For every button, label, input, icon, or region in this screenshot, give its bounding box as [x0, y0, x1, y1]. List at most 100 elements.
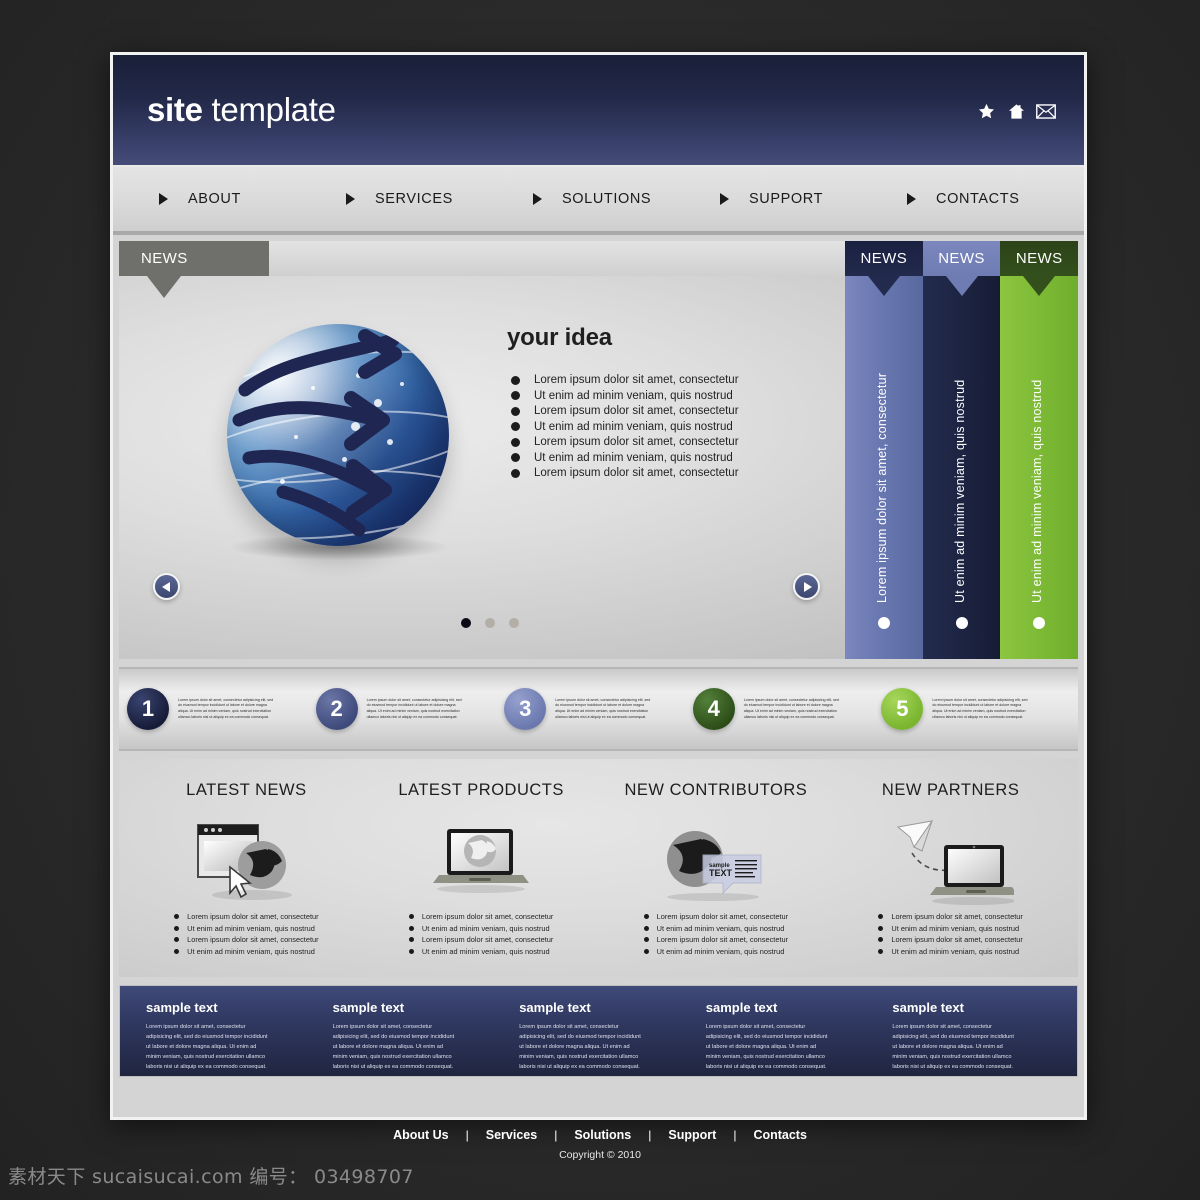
footer-link-about-us[interactable]: About Us — [376, 1128, 466, 1142]
list-item-text: Ut enim ad minim veniam, quis nostrud — [891, 923, 1020, 933]
footer-navigation: About Us | Services | Solutions | Suppor… — [0, 1128, 1200, 1142]
list-item: Lorem ipsum dolor sit amet, consectetur — [408, 912, 553, 921]
step-item-5[interactable]: 5 Lorem ipsum dolor sit amet, consectetu… — [881, 688, 1070, 730]
feature-column-new-contributors: NEW CONTRIBUTORS sample TEXT Lorem ipsum… — [599, 781, 834, 977]
sample-text-block-3: sample text Lorem ipsum dolor sit amet, … — [505, 1000, 692, 1076]
list-item: Lorem ipsum dolor sit amet, consectetur — [511, 374, 739, 386]
nav-item-support[interactable]: SUPPORT — [692, 191, 879, 207]
slider-news-tab[interactable]: NEWS — [119, 241, 269, 298]
news-column-text: Ut enim ad minim veniam, quis nostrud — [1030, 379, 1045, 603]
nav-item-solutions[interactable]: SOLUTIONS — [505, 191, 692, 207]
chevron-left-icon — [161, 581, 170, 592]
nav-item-services[interactable]: SERVICES — [318, 191, 505, 207]
tab-pointer-icon — [1023, 276, 1056, 296]
sample-text-title: sample text — [705, 1000, 778, 1015]
list-item: Lorem ipsum dolor sit amet, consectetur — [174, 935, 319, 944]
bullet-dot-icon — [878, 914, 884, 919]
news-column-1[interactable]: NEWS Lorem ipsum dolor sit amet, consect… — [845, 241, 923, 659]
news-column-tab[interactable]: NEWS — [1000, 241, 1078, 276]
laptop-globe-icon — [364, 816, 599, 908]
list-item: Lorem ipsum dolor sit amet, consectetur — [511, 467, 739, 479]
slider-dot-3[interactable] — [509, 618, 519, 628]
list-item-text: Ut enim ad minim veniam, quis nostrud — [421, 923, 550, 933]
list-item: Lorem ipsum dolor sit amet, consectetur — [878, 912, 1023, 921]
slide-bullet-list: Lorem ipsum dolor sit amet, consectetur … — [511, 374, 739, 483]
news-column-3[interactable]: NEWS Ut enim ad minim veniam, quis nostr… — [1000, 241, 1078, 659]
step-description: Lorem ipsum dolor sit amet, consectetur … — [178, 697, 274, 719]
list-item-text: Lorem ipsum dolor sit amet, consectetur — [534, 405, 739, 417]
site-logo[interactable]: site template — [147, 91, 336, 129]
bullet-dot-icon — [408, 948, 414, 954]
numbered-steps-row: 1 Lorem ipsum dolor sit amet, consectetu… — [119, 667, 1078, 751]
site-template-page: site template ABOUT SERVICES SOLUTIONS S… — [110, 52, 1087, 1120]
triangle-right-icon — [720, 193, 729, 205]
news-column-dot-icon[interactable] — [1033, 617, 1046, 629]
bullet-dot-icon — [174, 948, 180, 954]
sample-text-band: sample text Lorem ipsum dolor sit amet, … — [119, 985, 1078, 1077]
news-column-2[interactable]: NEWS Ut enim ad minim veniam, quis nostr… — [922, 241, 1001, 659]
news-column-dot-icon[interactable] — [955, 617, 968, 629]
sample-text-block-2: sample text Lorem ipsum dolor sit amet, … — [319, 1000, 506, 1076]
slider-next-button[interactable] — [793, 573, 820, 600]
nav-label: CONTACTS — [936, 191, 1020, 207]
footer-link-contacts[interactable]: Contacts — [736, 1128, 823, 1142]
nav-item-contacts[interactable]: CONTACTS — [879, 191, 1066, 207]
bullet-dot-icon — [174, 937, 180, 942]
list-item: Lorem ipsum dolor sit amet, consectetur — [878, 935, 1023, 944]
list-item-text: Lorem ipsum dolor sit amet, consectetur — [891, 912, 1023, 921]
step-item-2[interactable]: 2 Lorem ipsum dolor sit amet, consectetu… — [315, 688, 505, 730]
news-column-tab[interactable]: NEWS — [845, 241, 923, 276]
bullet-dot-icon — [511, 437, 520, 447]
chevron-right-icon — [803, 581, 812, 592]
list-item: Ut enim ad minim veniam, quis nostrud — [174, 924, 318, 933]
nav-label: SERVICES — [375, 191, 453, 207]
mail-icon[interactable] — [1036, 101, 1056, 121]
nav-item-about[interactable]: ABOUT — [131, 191, 318, 207]
feature-column-title: NEW PARTNERS — [881, 781, 1020, 799]
step-item-1[interactable]: 1 Lorem ipsum dolor sit amet, consectetu… — [127, 688, 316, 730]
news-column-dot-icon[interactable] — [877, 617, 890, 629]
tab-pointer-icon — [867, 276, 900, 296]
browser-globe-cursor-icon — [129, 816, 364, 908]
bullet-dot-icon — [174, 914, 180, 919]
news-column-text: Lorem ipsum dolor sit amet, consectetur — [874, 372, 889, 603]
bullet-dot-icon — [174, 925, 180, 931]
footer-link-support[interactable]: Support — [651, 1128, 733, 1142]
slider-dot-1[interactable] — [461, 618, 471, 628]
slider-dot-2[interactable] — [485, 618, 495, 628]
news-column-tab[interactable]: NEWS — [922, 241, 1001, 276]
site-header: site template — [113, 55, 1084, 167]
icon-text-label: TEXT — [709, 868, 733, 878]
bullet-dot-icon — [408, 937, 414, 942]
slider-prev-button[interactable] — [153, 573, 180, 600]
news-column-body: Ut enim ad minim veniam, quis nostrud — [1000, 276, 1078, 659]
footer-link-solutions[interactable]: Solutions — [557, 1128, 648, 1142]
list-item: Lorem ipsum dolor sit amet, consectetur — [408, 935, 553, 944]
triangle-right-icon — [159, 193, 168, 205]
list-item-text: Ut enim ad minim veniam, quis nostrud — [421, 946, 550, 956]
step-description: Lorem ipsum dolor sit amet, consectetur … — [366, 697, 462, 719]
step-description: Lorem ipsum dolor sit amet, consectetur … — [932, 697, 1028, 719]
slide-title: your idea — [507, 324, 612, 351]
list-item: Ut enim ad minim veniam, quis nostrud — [878, 947, 1022, 956]
list-item-text: Ut enim ad minim veniam, quis nostrud — [534, 451, 733, 464]
step-item-4[interactable]: 4 Lorem ipsum dolor sit amet, consectetu… — [692, 688, 882, 730]
copyright-text: Copyright © 2010 — [559, 1149, 641, 1161]
sample-text-body: Lorem ipsum dolor sit amet, consectetur … — [892, 1024, 1014, 1070]
step-item-3[interactable]: 3 Lorem ipsum dolor sit amet, consectetu… — [504, 688, 693, 730]
nav-label: ABOUT — [188, 191, 241, 207]
logo-light-text: template — [202, 91, 336, 128]
news-column-tab-label: NEWS — [938, 250, 985, 267]
feature-bullet-list: Lorem ipsum dolor sit amet, consectetur … — [878, 912, 1023, 958]
sample-text-body: Lorem ipsum dolor sit amet, consectetur … — [705, 1024, 828, 1070]
feature-column-latest-news: LATEST NEWS Lorem ipsum dolor sit amet, … — [129, 781, 364, 977]
footer-link-services[interactable]: Services — [469, 1128, 554, 1142]
list-item-text: Lorem ipsum dolor sit amet, consectetur — [187, 935, 319, 944]
home-icon[interactable] — [1006, 101, 1026, 121]
feature-column-title: LATEST NEWS — [186, 781, 307, 799]
main-navigation: ABOUT SERVICES SOLUTIONS SUPPORT CONTACT… — [113, 167, 1084, 235]
slider-pagination-dots — [461, 618, 519, 628]
triangle-right-icon — [533, 193, 542, 205]
star-icon[interactable] — [976, 101, 996, 121]
bullet-dot-icon — [511, 406, 520, 416]
